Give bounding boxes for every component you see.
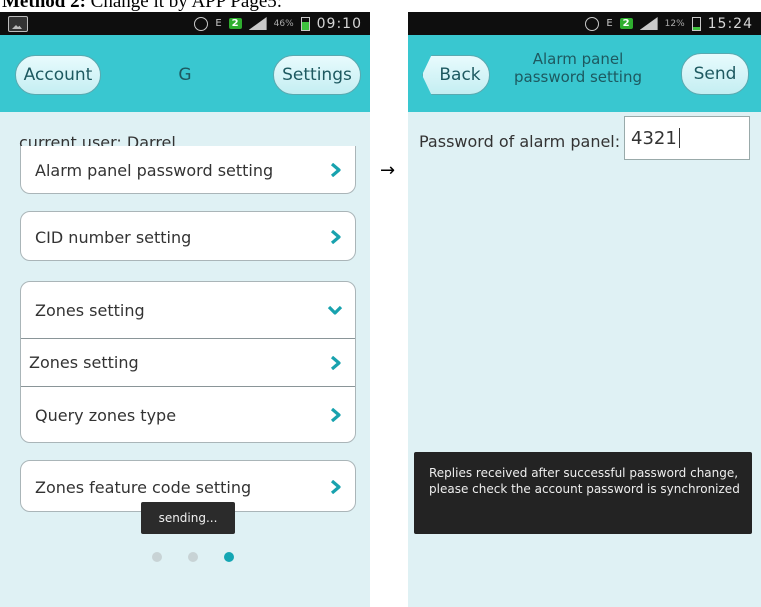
menu-item-query-zones-type[interactable]: Query zones type: [21, 387, 355, 443]
app-bar-title: Alarm panel password setting: [508, 50, 648, 86]
sim-badge: 2: [228, 18, 242, 29]
password-value: 4321: [631, 127, 677, 149]
flow-arrow: →: [380, 160, 396, 181]
heading-rest: Change it by APP Page5:: [85, 0, 283, 12]
chevron-right-icon: [329, 408, 343, 422]
battery-percent: 12%: [664, 18, 685, 29]
menu-item-label: Zones setting: [35, 300, 145, 320]
alarm-clock-icon: [194, 16, 209, 31]
title-line-1: Alarm panel: [532, 50, 624, 68]
chevron-right-icon: [329, 230, 343, 244]
alarm-clock-icon: [585, 16, 600, 31]
status-bar: E 2 12% 15:24: [408, 12, 761, 35]
settings-button[interactable]: Settings: [273, 55, 361, 95]
status-bar: E 2 46% 09:10: [0, 12, 370, 35]
menu-item-label: CID number setting: [35, 227, 192, 247]
page-dot-active[interactable]: [224, 552, 234, 562]
menu-item-alarm-password[interactable]: Alarm panel password setting: [20, 146, 356, 194]
sending-toast: sending...: [141, 502, 235, 534]
sim-badge: 2: [619, 18, 633, 29]
chevron-right-icon: [329, 480, 343, 494]
zones-group-card: Zones setting Zones setting Query zones …: [20, 281, 356, 443]
zones-group-header[interactable]: Zones setting: [21, 282, 355, 338]
clock: 15:24: [707, 15, 753, 32]
app-bar: Account G Settings: [0, 35, 370, 112]
sim-icon: E: [606, 18, 613, 29]
menu-item-label: Zones setting: [29, 353, 139, 372]
signal-icon: [248, 17, 267, 30]
battery-icon: [691, 16, 701, 31]
right-phone-screen: E 2 12% 15:24 Back Alarm panel password …: [408, 12, 761, 607]
app-bar: Back Alarm panel password setting Send: [408, 35, 761, 112]
title-line-2: password setting: [514, 68, 642, 86]
chevron-right-icon: [329, 163, 343, 177]
sync-notice-toast: Replies received after successful passwo…: [414, 452, 752, 534]
sim-icon: E: [215, 18, 222, 29]
image-icon: [8, 16, 28, 32]
app-bar-title: G: [178, 65, 192, 85]
send-button[interactable]: Send: [681, 53, 749, 95]
clock: 09:10: [316, 15, 362, 32]
account-button[interactable]: Account: [15, 55, 101, 95]
heading-bold: Method 2:: [2, 0, 86, 12]
page-indicator: [152, 552, 234, 562]
page-dot[interactable]: [188, 552, 198, 562]
battery-percent: 46%: [273, 18, 294, 29]
menu-item-label: Zones feature code setting: [35, 477, 252, 497]
chevron-down-icon: [327, 303, 343, 317]
menu-item-cid-number[interactable]: CID number setting: [20, 211, 356, 261]
battery-icon: [300, 16, 310, 31]
password-input[interactable]: 4321: [624, 116, 750, 160]
left-phone-screen: E 2 46% 09:10 Account G Settings current…: [0, 12, 370, 607]
page-dot[interactable]: [152, 552, 162, 562]
menu-item-label: Alarm panel password setting: [35, 160, 274, 180]
menu-item-label: Query zones type: [35, 405, 177, 425]
menu-item-zones-setting[interactable]: Zones setting: [21, 339, 355, 386]
back-button[interactable]: Back: [422, 55, 490, 95]
chevron-right-icon: [329, 355, 343, 370]
password-label: Password of alarm panel:: [419, 132, 621, 151]
text-caret: [678, 128, 680, 148]
signal-icon: [639, 17, 658, 30]
